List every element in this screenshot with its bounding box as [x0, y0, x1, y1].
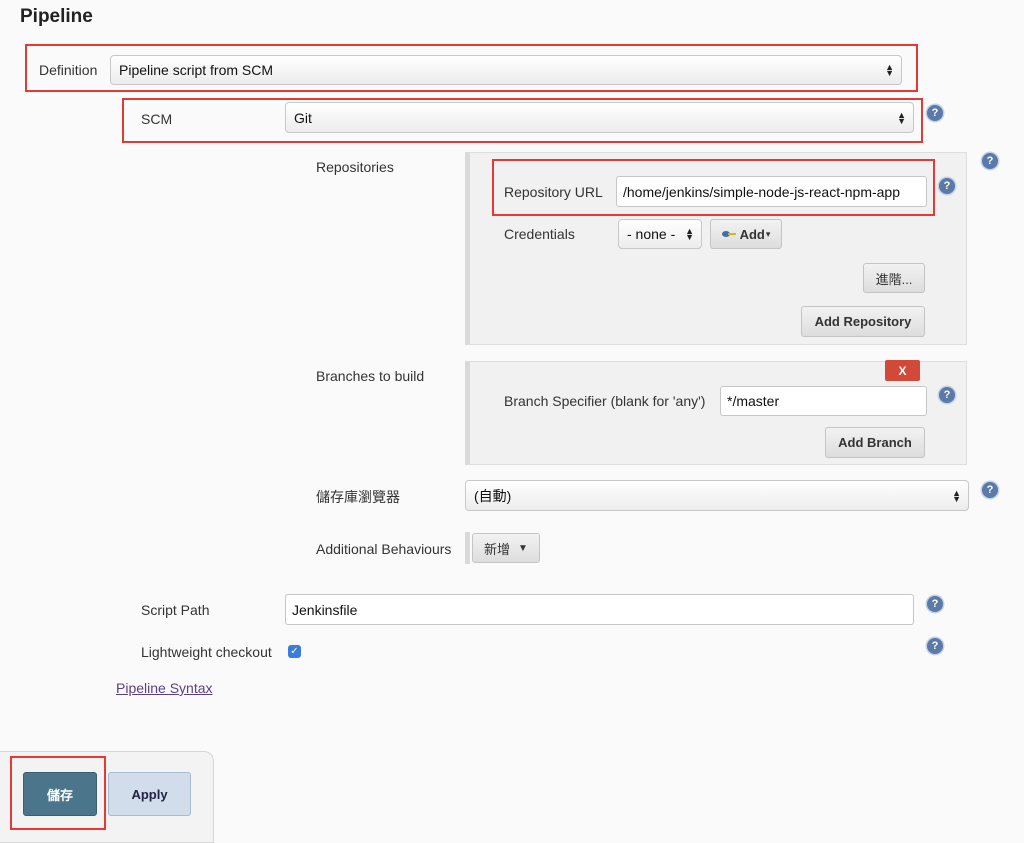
add-branch-button[interactable]: Add Branch: [825, 427, 925, 458]
branches-label: Branches to build: [316, 368, 425, 384]
add-repository-button[interactable]: Add Repository: [801, 306, 925, 337]
scm-label: SCM: [141, 111, 173, 127]
select-arrows-icon: ▲ ▼: [885, 62, 894, 78]
repo-browser-select[interactable]: (自動) ▲ ▼: [465, 480, 969, 511]
credentials-add-button[interactable]: Add ▾: [710, 219, 782, 249]
repository-url-label: Repository URL: [504, 184, 603, 200]
scm-select[interactable]: Git ▲ ▼: [285, 102, 914, 133]
definition-select-value: Pipeline script from SCM: [119, 62, 274, 78]
key-icon: [721, 231, 736, 237]
pipeline-syntax-link[interactable]: Pipeline Syntax: [116, 680, 213, 696]
advanced-button[interactable]: 進階...: [863, 263, 925, 293]
script-path-help-icon[interactable]: ?: [927, 596, 943, 612]
apply-button[interactable]: Apply: [108, 772, 191, 816]
repo-browser-label: 儲存庫瀏覽器: [316, 489, 400, 505]
chevron-down-icon: ▾: [765, 228, 771, 239]
repo-browser-help-icon[interactable]: ?: [982, 482, 998, 498]
script-path-value: Jenkinsfile: [292, 601, 358, 618]
script-path-label: Script Path: [141, 602, 210, 618]
scm-help-icon[interactable]: ?: [927, 105, 943, 121]
select-arrows-icon: ▲ ▼: [897, 109, 906, 126]
definition-label: Definition: [39, 62, 98, 78]
chevron-down-icon: ▼: [518, 542, 528, 554]
remove-branch-button[interactable]: X: [885, 360, 920, 381]
select-arrows-icon: ▲ ▼: [685, 226, 694, 242]
credentials-select-value: - none -: [627, 226, 676, 242]
save-button[interactable]: 儲存: [23, 772, 97, 816]
lightweight-checkout-checkbox[interactable]: ✓: [288, 645, 301, 658]
repository-url-input[interactable]: /home/jenkins/simple-node-js-react-npm-a…: [616, 176, 927, 207]
branch-specifier-label: Branch Specifier (blank for 'any'): [504, 393, 706, 409]
select-arrows-icon: ▲ ▼: [952, 487, 961, 504]
credentials-label: Credentials: [504, 226, 575, 242]
additional-behaviours-label: Additional Behaviours: [316, 541, 452, 557]
lightweight-checkout-help-icon[interactable]: ?: [927, 638, 943, 654]
section-title: Pipeline: [20, 6, 93, 27]
additional-behaviours-add-button[interactable]: 新增 ▼: [472, 533, 540, 563]
branch-specifier-input[interactable]: */master: [720, 386, 927, 416]
repository-url-value: /home/jenkins/simple-node-js-react-npm-a…: [623, 183, 901, 200]
additional-behaviours-add-label: 新增: [484, 541, 511, 557]
lightweight-checkout-label: Lightweight checkout: [141, 644, 272, 660]
branch-specifier-value: */master: [727, 393, 780, 409]
repo-browser-select-value: (自動): [474, 487, 512, 504]
definition-select[interactable]: Pipeline script from SCM ▲ ▼: [110, 55, 902, 85]
additional-behaviours-bar: [465, 532, 470, 564]
script-path-input[interactable]: Jenkinsfile: [285, 594, 914, 625]
credentials-select[interactable]: - none - ▲ ▼: [618, 219, 702, 249]
credentials-add-label: Add: [739, 226, 765, 242]
repository-url-help-icon[interactable]: ?: [939, 178, 955, 194]
scm-select-value: Git: [294, 109, 312, 126]
branch-specifier-help-icon[interactable]: ?: [939, 387, 955, 403]
repositories-help-icon[interactable]: ?: [982, 153, 998, 169]
repositories-label: Repositories: [316, 159, 394, 175]
